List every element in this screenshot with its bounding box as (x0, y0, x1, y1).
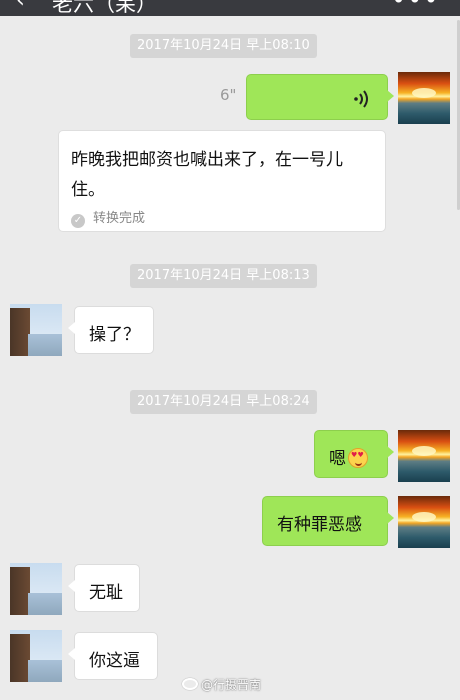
message-text: 操了？ (89, 325, 140, 345)
weibo-watermark: @行摄晋南 (182, 676, 261, 693)
check-icon: ✓ (71, 214, 85, 228)
timestamp: 2017年10月24日 早上08:13 (130, 264, 317, 288)
sent-message-bubble[interactable]: 有种罪恶感 (262, 496, 394, 546)
contact-avatar[interactable] (10, 630, 62, 682)
voice-message-bubble[interactable] (246, 74, 394, 120)
timestamp: 2017年10月24日 早上08:10 (130, 34, 317, 58)
chat-title: 老六（呆） (52, 0, 157, 16)
weibo-icon (182, 678, 198, 690)
voice-wave-icon (354, 90, 368, 108)
sent-message-bubble[interactable]: 嗯 (314, 430, 394, 478)
message-text-label: 嗯 (329, 449, 346, 469)
received-message-bubble[interactable]: 你这逼 (68, 632, 158, 680)
transcript-status-label: 转换完成 (93, 211, 146, 226)
transcript-status: ✓ 转换完成 (71, 207, 145, 228)
my-avatar[interactable] (398, 496, 450, 548)
voice-transcript-card: 昨晚我把邮资也喊出来了，在一号儿住。 ✓ 转换完成 (58, 130, 386, 232)
received-message-bubble[interactable]: 操了？ (68, 306, 154, 354)
my-avatar[interactable] (398, 430, 450, 482)
watermark-text: @行摄晋南 (201, 678, 262, 692)
message-text: 你这逼 (89, 651, 140, 671)
received-message-bubble[interactable]: 无耻 (68, 564, 140, 612)
message-text: 有种罪恶感 (277, 515, 362, 535)
timestamp: 2017年10月24日 早上08:24 (130, 390, 317, 414)
my-avatar[interactable] (398, 72, 450, 124)
back-button[interactable]: ‹ (16, 0, 25, 13)
more-options-button[interactable]: ••• (392, 0, 440, 14)
transcript-text: 昨晚我把邮资也喊出来了，在一号儿住。 (71, 150, 343, 200)
voice-duration: 6" (220, 86, 237, 104)
chat-header: ‹ 老六（呆） ••• (0, 0, 460, 16)
message-text: 无耻 (89, 583, 123, 603)
contact-avatar[interactable] (10, 563, 62, 615)
message-text: 嗯 (329, 444, 368, 469)
heart-eyes-emoji-icon (348, 448, 368, 468)
contact-avatar[interactable] (10, 304, 62, 356)
